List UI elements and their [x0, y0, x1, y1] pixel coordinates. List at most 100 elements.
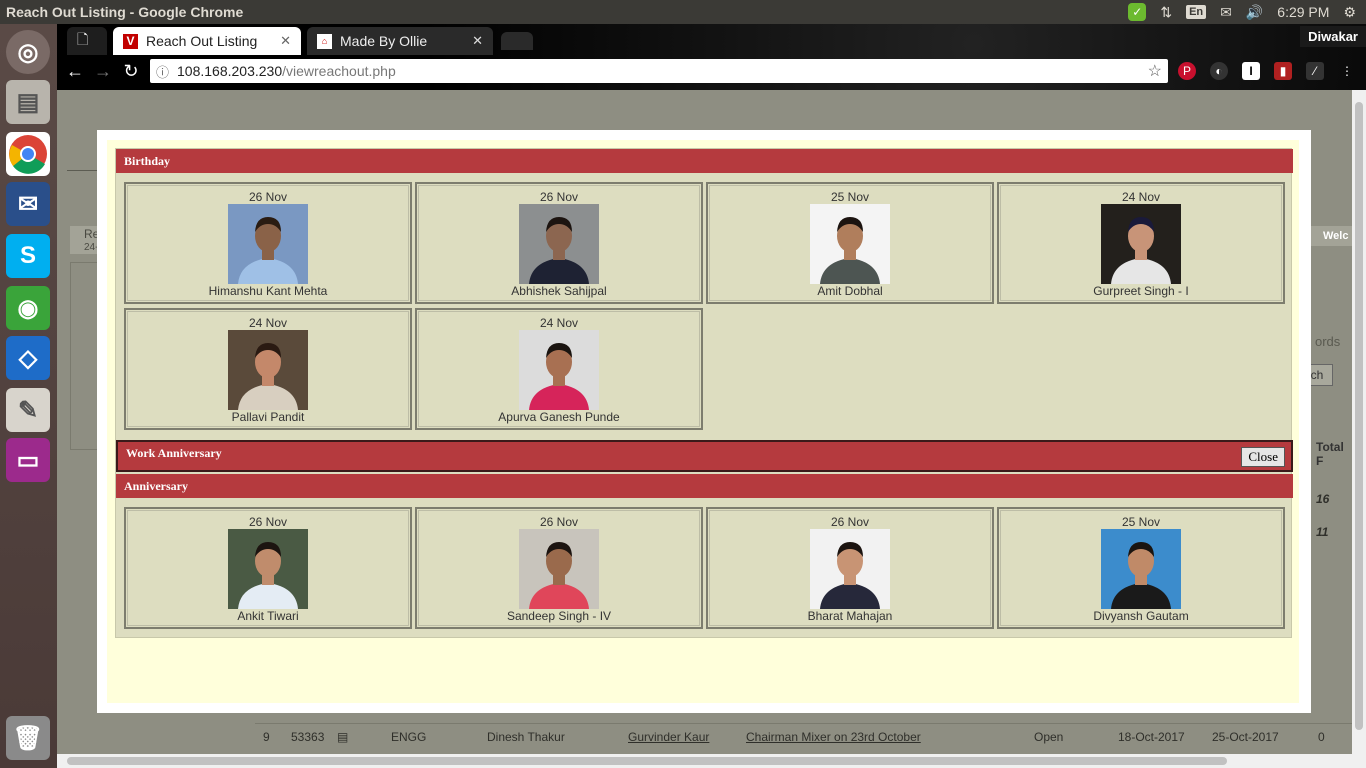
- person-name: Amit Dobhal: [817, 284, 883, 298]
- person-photo: [810, 529, 890, 609]
- skype-icon[interactable]: S: [6, 234, 50, 278]
- row-number: 9: [263, 729, 270, 744]
- person-card: 26 Nov Bharat Mahajan: [706, 507, 994, 629]
- section-title: Birthday: [124, 153, 171, 168]
- scroll-thumb[interactable]: [67, 757, 1227, 765]
- horizontal-scrollbar[interactable]: [57, 754, 1366, 768]
- person-photo: [519, 330, 599, 410]
- modal-body: Birthday 26 Nov Himanshu Kant Mehta 26 Nov…: [107, 140, 1299, 703]
- address-bar[interactable]: ⓘ 108.168.203.230/viewreachout.php ☆: [150, 59, 1168, 83]
- url-host: 108.168.203.230: [177, 63, 283, 79]
- close-tab-icon[interactable]: ✕: [472, 33, 483, 49]
- person-photo: [1101, 204, 1181, 284]
- window-title: Reach Out Listing - Google Chrome: [6, 4, 244, 20]
- person-name: Sandeep Singh - IV: [506, 609, 612, 623]
- celebration-date: 26 Nov: [248, 515, 288, 529]
- person-photo: [1101, 529, 1181, 609]
- person-photo: [519, 529, 599, 609]
- celebration-date: 26 Nov: [248, 190, 288, 204]
- navigation-bar: ← → ↻ ⓘ 108.168.203.230/viewreachout.php…: [57, 56, 1366, 86]
- forward-arrow-icon[interactable]: →: [89, 61, 117, 82]
- unity-launcher: ◎ ▤ ✉ S ◉ ◇ ✎ ▭ 🗑: [0, 24, 57, 768]
- files-icon[interactable]: ▤: [6, 80, 50, 124]
- vertical-scrollbar[interactable]: [1352, 90, 1366, 754]
- ollie-favicon-icon: ⌂: [317, 33, 332, 49]
- tab-label: Reach Out Listing: [146, 33, 258, 49]
- celebration-date: 26 Nov: [830, 515, 870, 529]
- celebrations-panel: Birthday 26 Nov Himanshu Kant Mehta 26 Nov…: [115, 148, 1293, 638]
- celebration-date: 26 Nov: [539, 515, 579, 529]
- person-name: Bharat Mahajan: [807, 609, 893, 623]
- eyedropper-icon[interactable]: ⁄: [1306, 62, 1324, 80]
- pinterest-icon[interactable]: P: [1178, 62, 1196, 80]
- chrome-icon[interactable]: [6, 132, 50, 176]
- v-favicon-icon: V: [123, 33, 138, 49]
- mail-icon[interactable]: ✉: [1220, 4, 1232, 21]
- thunderbird-icon[interactable]: ✉: [6, 182, 50, 226]
- celebration-date: 24 Nov: [1121, 190, 1161, 204]
- url-path: /viewreachout.php: [282, 63, 396, 79]
- total-value: 16: [1316, 492, 1330, 506]
- divider: [67, 170, 101, 171]
- tab-label: Made By Ollie: [340, 33, 428, 49]
- profile-button[interactable]: Diwakar: [1300, 26, 1366, 47]
- row-id: 53363: [291, 729, 325, 744]
- person-photo: [228, 330, 308, 410]
- scroll-thumb[interactable]: [1355, 102, 1363, 730]
- volume-icon[interactable]: 🔊: [1246, 4, 1263, 21]
- network-arrows-icon[interactable]: ⇅: [1160, 4, 1172, 21]
- celebration-date: 24 Nov: [248, 316, 288, 330]
- person-card: 24 Nov Gurpreet Singh - I: [997, 182, 1285, 304]
- tab-made-by-ollie[interactable]: ⌂ Made By Ollie ✕: [307, 27, 493, 55]
- person-card: 24 Nov Pallavi Pandit: [124, 308, 412, 430]
- row-subject-link[interactable]: Chairman Mixer on 23rd October: [746, 730, 921, 744]
- person-name: Pallavi Pandit: [231, 410, 305, 424]
- celebration-date: 26 Nov: [539, 190, 579, 204]
- ubuntu-dash-icon[interactable]: ◎: [6, 30, 50, 74]
- clock[interactable]: 6:29 PM: [1277, 4, 1329, 20]
- row-status: Open: [1034, 729, 1064, 744]
- person-name: Gurpreet Singh - I: [1093, 284, 1189, 298]
- text-editor-icon[interactable]: ✎: [6, 388, 50, 432]
- row-dept: ENGG: [391, 729, 427, 744]
- row-to-date: 25-Oct-2017: [1212, 729, 1279, 744]
- person-card: 26 Nov Sandeep Singh - IV: [415, 507, 703, 629]
- section-title: Work Anniversary: [126, 445, 222, 460]
- celebration-date: 24 Nov: [539, 316, 579, 330]
- browser-frame: 🗋 V Reach Out Listing ✕ ⌂ Made By Ollie …: [57, 24, 1366, 90]
- new-page-tab-icon[interactable]: 🗋: [67, 27, 107, 55]
- total-column-header: Total F: [1316, 440, 1344, 468]
- instapaper-icon[interactable]: I: [1242, 62, 1260, 80]
- birthday-section-header: Birthday: [116, 149, 1293, 173]
- table-row: 9 53363 ▤ ENGG Dinesh Thakur Gurvinder K…: [255, 723, 1352, 749]
- anniversary-section-header: Anniversary: [116, 474, 1293, 498]
- celebration-date: 25 Nov: [830, 190, 870, 204]
- row-from-date: 18-Oct-2017: [1118, 729, 1185, 744]
- new-tab-button[interactable]: [501, 32, 533, 50]
- reload-icon[interactable]: ↻: [117, 61, 145, 82]
- person-card: 26 Nov Himanshu Kant Mehta: [124, 182, 412, 304]
- close-tab-icon[interactable]: ✕: [280, 33, 291, 49]
- row-assigned-link[interactable]: Gurvinder Kaur: [628, 730, 709, 744]
- settings-gear-icon[interactable]: ⚙: [1343, 4, 1356, 21]
- celebration-date: 25 Nov: [1121, 515, 1161, 529]
- person-photo: [228, 529, 308, 609]
- keyboard-layout-indicator[interactable]: En: [1186, 5, 1207, 19]
- person-photo: [810, 204, 890, 284]
- person-name: Himanshu Kant Mehta: [208, 284, 328, 298]
- bookmark-book-icon[interactable]: ▮: [1274, 62, 1292, 80]
- update-check-icon[interactable]: ✓: [1128, 3, 1147, 21]
- close-button[interactable]: Close: [1241, 447, 1285, 467]
- vscode-icon[interactable]: ◇: [6, 336, 50, 380]
- trash-icon[interactable]: 🗑: [6, 716, 50, 760]
- back-arrow-icon[interactable]: ←: [61, 61, 89, 82]
- person-name: Ankit Tiwari: [237, 609, 299, 623]
- workspace-switcher-icon[interactable]: ▭: [6, 438, 50, 482]
- info-icon[interactable]: ⓘ: [156, 62, 169, 81]
- tab-reach-out-listing[interactable]: V Reach Out Listing ✕: [113, 27, 301, 55]
- bookmark-star-icon[interactable]: ☆: [1148, 61, 1162, 81]
- menu-dots-icon[interactable]: ⋮: [1338, 62, 1356, 80]
- app-green-icon[interactable]: ◉: [6, 286, 50, 330]
- color-picker-icon[interactable]: ◐: [1210, 62, 1228, 80]
- document-icon[interactable]: ▤: [337, 730, 348, 744]
